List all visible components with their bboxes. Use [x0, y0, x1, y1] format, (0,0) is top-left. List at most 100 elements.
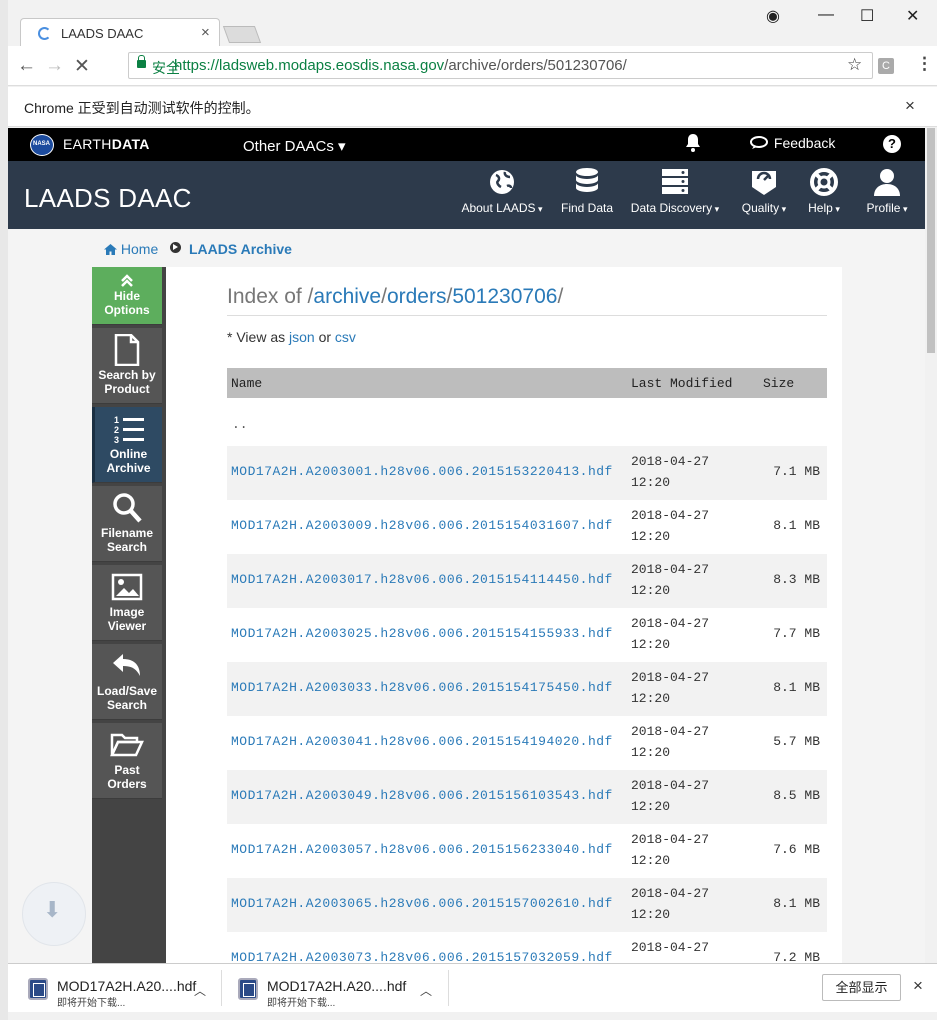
- other-daacs-dropdown[interactable]: Other DAACs ▾: [243, 137, 346, 155]
- right-background: [937, 0, 945, 1020]
- table-row: MOD17A2H.A2003001.h28v06.006.20151532204…: [227, 446, 827, 500]
- file-link[interactable]: MOD17A2H.A2003041.h28v06.006.20151541940…: [231, 734, 613, 749]
- filename-search-button[interactable]: Filename Search: [92, 486, 162, 562]
- forward-icon[interactable]: →: [45, 55, 64, 77]
- modified-time: 12:20: [631, 907, 671, 922]
- maximize-button[interactable]: ☐: [860, 6, 874, 26]
- image-viewer-button[interactable]: Image Viewer: [92, 565, 162, 641]
- laads-brand[interactable]: LAADS DAAC: [24, 183, 192, 214]
- col-last-modified[interactable]: Last Modified: [631, 376, 732, 391]
- archive-index: Index of /archive/orders/501230706/ * Vi…: [166, 267, 842, 963]
- download-item[interactable]: MOD17A2H.A20....hdf 即将开始下载... ︿: [16, 972, 216, 1009]
- laads-navbar: LAADS DAAC About LAADS Find Data Data Di…: [8, 161, 925, 229]
- path-orders-link[interactable]: orders: [387, 285, 447, 308]
- rail-label: Search by Product: [98, 368, 156, 396]
- nasa-logo[interactable]: [30, 134, 54, 156]
- table-header: Name Last Modified Size: [227, 368, 827, 398]
- nav-profile[interactable]: Profile: [860, 167, 914, 215]
- close-shelf-icon[interactable]: ×: [913, 976, 923, 996]
- scrollbar-thumb[interactable]: [927, 128, 935, 353]
- address-bar[interactable]: 安全 https://ladsweb.modaps.eosdis.nasa.go…: [128, 52, 873, 79]
- help-icon[interactable]: ?: [883, 135, 901, 153]
- toolbar: ← → ✕ 安全 https://ladsweb.modaps.eosdis.n…: [8, 46, 937, 86]
- document-icon: [114, 334, 140, 366]
- show-all-button[interactable]: 全部显示: [822, 974, 901, 1001]
- download-item[interactable]: MOD17A2H.A20....hdf 即将开始下载... ︿: [226, 972, 446, 1009]
- close-window-button[interactable]: ✕: [906, 6, 919, 26]
- download-fab[interactable]: [22, 882, 86, 946]
- bell-icon[interactable]: [684, 133, 702, 158]
- file-icon: [28, 978, 48, 1000]
- nav-find-data[interactable]: Find Data: [560, 167, 614, 215]
- nav-help[interactable]: Help: [802, 167, 846, 215]
- file-link[interactable]: MOD17A2H.A2003065.h28v06.006.20151570026…: [231, 896, 613, 911]
- download-status: 即将开始下载...: [57, 998, 126, 1009]
- file-size: 7.7 MB: [773, 626, 820, 641]
- earthdata-bar: EARTHDATA Other DAACs ▾ Feedback ?: [8, 128, 925, 161]
- stop-icon[interactable]: ✕: [74, 55, 90, 78]
- lock-icon: [137, 55, 146, 68]
- file-link[interactable]: MOD17A2H.A2003049.h28v06.006.20151561035…: [231, 788, 613, 803]
- gauge-icon: [752, 171, 776, 195]
- user-icon: [874, 169, 900, 196]
- csv-link[interactable]: csv: [335, 329, 356, 345]
- new-tab-button[interactable]: [222, 26, 262, 43]
- nav-label: About LAADS: [461, 201, 542, 215]
- nav-quality[interactable]: Quality: [736, 167, 792, 215]
- modified-date: 2018-04-27: [631, 616, 710, 631]
- file-link[interactable]: MOD17A2H.A2003025.h28v06.006.20151541559…: [231, 626, 613, 641]
- svg-text:2: 2: [114, 425, 119, 435]
- left-background: [0, 0, 8, 1020]
- divider: [221, 970, 222, 1006]
- file-size: 5.7 MB: [773, 734, 820, 749]
- file-link[interactable]: MOD17A2H.A2003033.h28v06.006.20151541754…: [231, 680, 613, 695]
- infobar-close-icon[interactable]: ×: [905, 96, 915, 116]
- feedback-link[interactable]: Feedback: [750, 135, 835, 151]
- chevron-up-icon[interactable]: ︿: [194, 982, 206, 999]
- breadcrumb-home[interactable]: Home: [104, 241, 158, 257]
- chevron-up-icon[interactable]: ︿: [420, 982, 432, 999]
- modified-date: 2018-04-27: [631, 454, 710, 469]
- back-icon[interactable]: ←: [17, 55, 36, 77]
- browser-window: LAADS DAAC × ◉ — ☐ ✕ ← → ✕ 安全 https://la…: [0, 0, 945, 1020]
- load-save-search-button[interactable]: Load/Save Search: [92, 644, 162, 720]
- modified-date: 2018-04-27: [631, 724, 710, 739]
- parent-dir-link[interactable]: ..: [232, 417, 248, 432]
- feedback-icon: [750, 136, 768, 149]
- file-link[interactable]: MOD17A2H.A2003009.h28v06.006.20151540316…: [231, 518, 613, 533]
- path-archive-link[interactable]: archive: [313, 285, 381, 308]
- past-orders-button[interactable]: Past Orders: [92, 723, 162, 799]
- file-size: 7.1 MB: [773, 464, 820, 479]
- online-archive-button[interactable]: 123 Online Archive: [92, 407, 162, 483]
- vertical-scrollbar[interactable]: [925, 128, 937, 963]
- modified-date: 2018-04-27: [631, 886, 710, 901]
- image-icon: [111, 573, 143, 601]
- col-name[interactable]: Name: [231, 376, 262, 391]
- extension-icon[interactable]: C: [878, 58, 894, 74]
- earthdata-brand[interactable]: EARTHDATA: [63, 136, 150, 152]
- nav-label: Quality: [742, 201, 786, 215]
- download-name: MOD17A2H.A20....hdf: [267, 978, 407, 994]
- bookmark-star-icon[interactable]: ☆: [847, 55, 862, 75]
- json-link[interactable]: json: [289, 329, 315, 345]
- tab-title: LAADS DAAC: [61, 26, 144, 41]
- side-rail: Hide Options Search by Product 123 Onlin…: [92, 267, 166, 963]
- chrome-menu-icon[interactable]: ⋮: [916, 54, 933, 74]
- hide-options-button[interactable]: Hide Options: [92, 267, 162, 325]
- file-icon: [238, 978, 258, 1000]
- account-icon[interactable]: ◉: [766, 6, 780, 26]
- file-link[interactable]: MOD17A2H.A2003057.h28v06.006.20151562330…: [231, 842, 613, 857]
- tab-laads[interactable]: LAADS DAAC ×: [20, 18, 220, 47]
- search-by-product-button[interactable]: Search by Product: [92, 328, 162, 404]
- tab-close-icon[interactable]: ×: [201, 24, 210, 41]
- nav-about-laads[interactable]: About LAADS: [460, 167, 544, 215]
- file-link[interactable]: MOD17A2H.A2003073.h28v06.006.20151570320…: [231, 950, 613, 963]
- col-size[interactable]: Size: [763, 376, 794, 391]
- file-link[interactable]: MOD17A2H.A2003017.h28v06.006.20151541144…: [231, 572, 613, 587]
- modified-date: 2018-04-27: [631, 670, 710, 685]
- path-order-link[interactable]: 501230706: [452, 285, 557, 308]
- breadcrumb-current[interactable]: LAADS Archive: [189, 241, 292, 257]
- file-link[interactable]: MOD17A2H.A2003001.h28v06.006.20151532204…: [231, 464, 613, 479]
- minimize-button[interactable]: —: [818, 6, 834, 24]
- nav-data-discovery[interactable]: Data Discovery: [628, 167, 722, 215]
